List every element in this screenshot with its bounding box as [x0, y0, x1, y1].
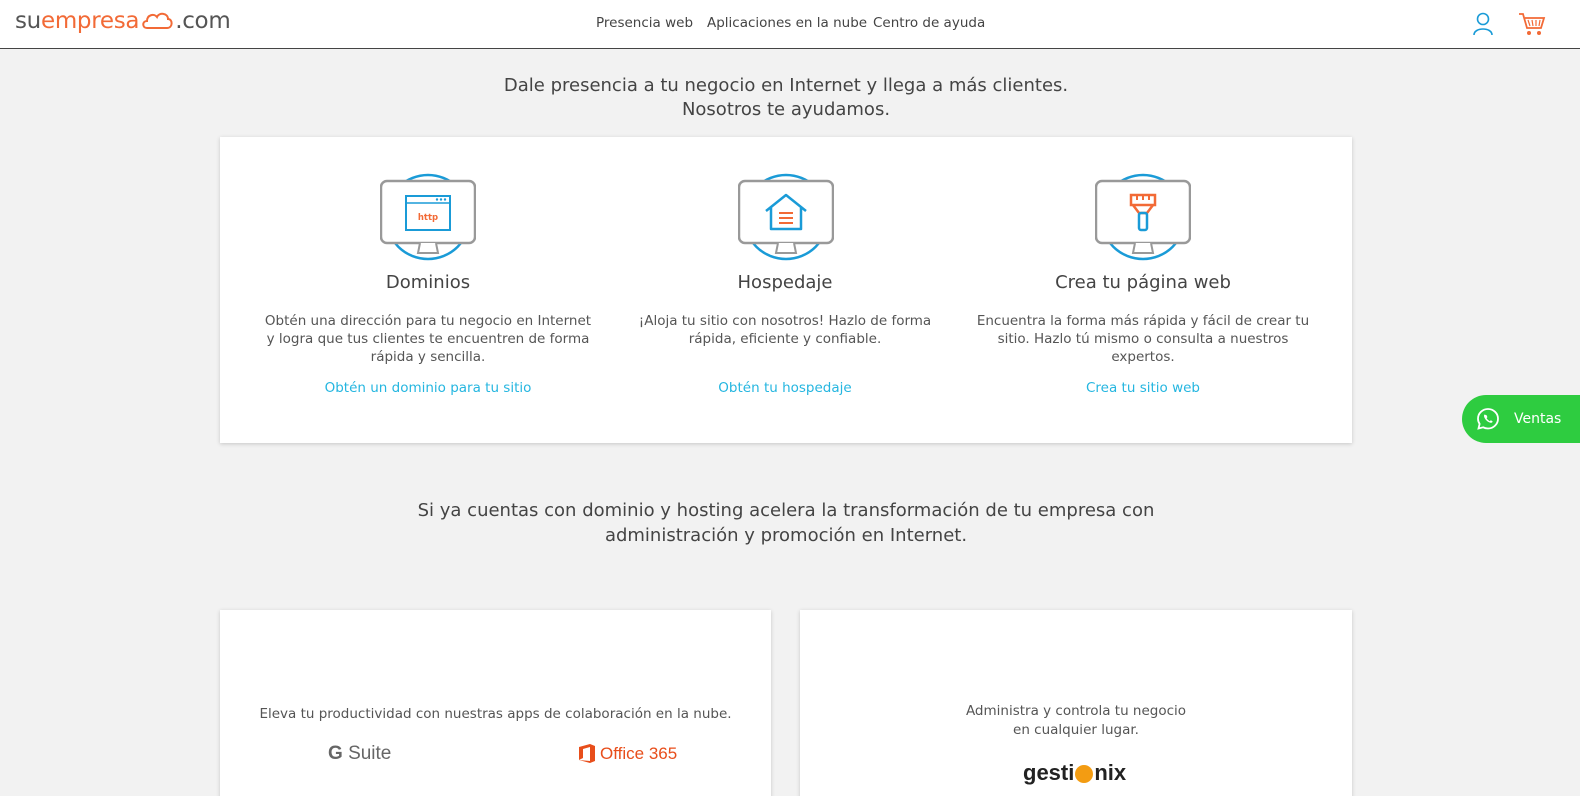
gsuite-logo[interactable]: G Suite [328, 743, 391, 765]
office365-logo[interactable]: Office 365 [578, 743, 677, 764]
hosting-house-icon [738, 173, 834, 261]
secondary-heading-line-1: Si ya cuentas con dominio y hosting acel… [417, 500, 1155, 521]
nav-centro-ayuda[interactable]: Centro de ayuda [873, 15, 985, 31]
whatsapp-icon [1477, 408, 1499, 430]
feature-desc-hospedaje: ¡Aloja tu sitio con nosotros! Hazlo de f… [638, 313, 932, 347]
logo-text-empresa: empresa [40, 8, 140, 34]
ventas-label: Ventas [1514, 411, 1562, 427]
gsuite-logo-text: Suite [348, 743, 392, 764]
gestionix-logo-a: gesti [1023, 760, 1075, 785]
gestionix-logo-o-icon [1075, 765, 1094, 783]
logo-text-dotcom: .com [175, 8, 231, 34]
feature-desc-dominios: Obtén una dirección para tu negocio en I… [264, 313, 592, 365]
ventas-whatsapp-button[interactable]: Ventas [1462, 395, 1580, 443]
secondary-heading: Si ya cuentas con dominio y hosting acel… [0, 498, 1572, 548]
feature-desc-crea-pagina: Encuentra la forma más rápida y fácil de… [976, 313, 1310, 365]
feature-title-crea-pagina: Crea tu página web [1055, 272, 1231, 293]
link-obtener-hospedaje[interactable]: Obtén tu hospedaje [605, 380, 965, 396]
feature-title-hospedaje: Hospedaje [737, 272, 833, 293]
link-crear-sitio[interactable]: Crea tu sitio web [963, 380, 1323, 396]
link-obtener-dominio[interactable]: Obtén un dominio para tu sitio [248, 380, 608, 396]
gestionix-logo-b: nix [1094, 760, 1127, 785]
gestionix-card: Administra y controla tu negocio en cual… [800, 610, 1352, 796]
gestionix-logo[interactable]: gesti nix [1023, 760, 1126, 786]
gestionix-desc-line-2: en cualquier lugar. [1013, 722, 1139, 738]
services-card: http Dominios Obtén una dirección para t… [220, 137, 1352, 443]
cloud-apps-card: Eleva tu productividad con nuestras apps… [220, 610, 771, 796]
gestionix-description: Administra y controla tu negocio en cual… [800, 702, 1352, 740]
cloud-apps-description: Eleva tu productividad con nuestras apps… [259, 706, 732, 722]
site-logo[interactable]: su empresa .com [15, 8, 231, 34]
svg-text:http: http [418, 213, 438, 223]
feature-title-dominios: Dominios [385, 272, 471, 293]
cloud-icon [142, 12, 173, 29]
gestionix-desc-line-1: Administra y controla tu negocio [965, 703, 1187, 719]
office365-text: Office 365 [600, 743, 678, 763]
gsuite-logo-g: G [328, 743, 343, 764]
hero-line-2: Nosotros te ayudamos. [681, 99, 891, 120]
cart-icon[interactable] [1518, 11, 1546, 37]
hero-heading: Dale presencia a tu negocio en Internet … [0, 74, 1572, 122]
site-header: su empresa .com Presencia web Aplicacione… [0, 0, 1580, 49]
domain-http-icon: http [380, 173, 476, 261]
user-icon[interactable] [1472, 12, 1494, 36]
nav-presencia-web[interactable]: Presencia web [596, 15, 693, 31]
logo-text-su: su [15, 8, 41, 34]
secondary-heading-line-2: administración y promoción en Internet. [604, 525, 968, 546]
paintbrush-icon [1095, 173, 1191, 261]
hero-line-1: Dale presencia a tu negocio en Internet … [503, 75, 1069, 96]
office-icon [579, 744, 595, 763]
nav-aplicaciones-nube[interactable]: Aplicaciones en la nube [707, 15, 867, 31]
